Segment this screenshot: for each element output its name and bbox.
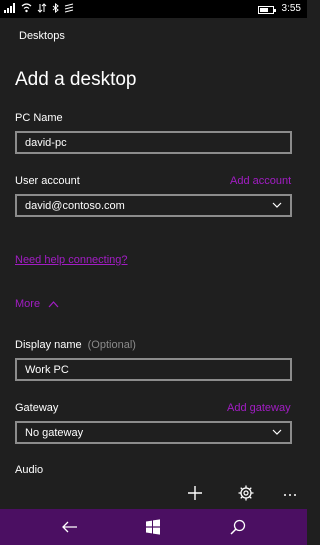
- data-icon: [37, 3, 47, 13]
- pc-name-label: PC Name: [15, 112, 63, 124]
- display-name-value: Work PC: [25, 364, 69, 376]
- user-account-label: User account: [15, 175, 80, 187]
- app-bar: [0, 478, 307, 508]
- add-icon[interactable]: [185, 483, 205, 503]
- back-icon[interactable]: [60, 517, 80, 537]
- display-name-label-text: Display name: [15, 339, 82, 351]
- location-icon: [64, 3, 74, 13]
- gateway-dropdown[interactable]: No gateway: [15, 421, 292, 444]
- display-name-label: Display name (Optional): [15, 339, 136, 351]
- more-toggle[interactable]: More: [15, 298, 59, 310]
- gateway-label: Gateway: [15, 402, 59, 414]
- page-title: Add a desktop: [15, 69, 137, 90]
- user-account-value: david@contoso.com: [25, 200, 125, 212]
- wifi-icon: [21, 3, 32, 13]
- bluetooth-icon: [52, 3, 59, 13]
- search-icon[interactable]: [228, 517, 248, 537]
- add-gateway-link[interactable]: Add gateway: [227, 402, 291, 414]
- user-account-dropdown[interactable]: david@contoso.com: [15, 194, 292, 217]
- gateway-value: No gateway: [25, 427, 84, 439]
- chevron-up-icon: [48, 301, 59, 308]
- add-account-link[interactable]: Add account: [230, 175, 291, 187]
- battery-icon: [257, 5, 276, 14]
- signal-icon: [4, 3, 15, 13]
- windows-icon[interactable]: [143, 517, 163, 537]
- display-name-input[interactable]: Work PC: [15, 358, 292, 381]
- chevron-down-icon: [272, 429, 282, 435]
- settings-icon[interactable]: [236, 483, 256, 503]
- help-connecting-link[interactable]: Need help connecting?: [15, 254, 128, 266]
- pc-name-input[interactable]: david-pc: [15, 131, 292, 154]
- navigation-bar: [0, 509, 307, 545]
- audio-label: Audio: [15, 464, 44, 476]
- status-bar: 3:55: [0, 0, 307, 18]
- more-icon[interactable]: [280, 483, 300, 503]
- app-title: Desktops: [19, 30, 65, 42]
- optional-hint: (Optional): [87, 339, 136, 351]
- pc-name-value: david-pc: [25, 137, 67, 149]
- status-time: 3:55: [281, 3, 301, 14]
- more-label: More: [15, 298, 41, 310]
- chevron-down-icon: [272, 202, 282, 208]
